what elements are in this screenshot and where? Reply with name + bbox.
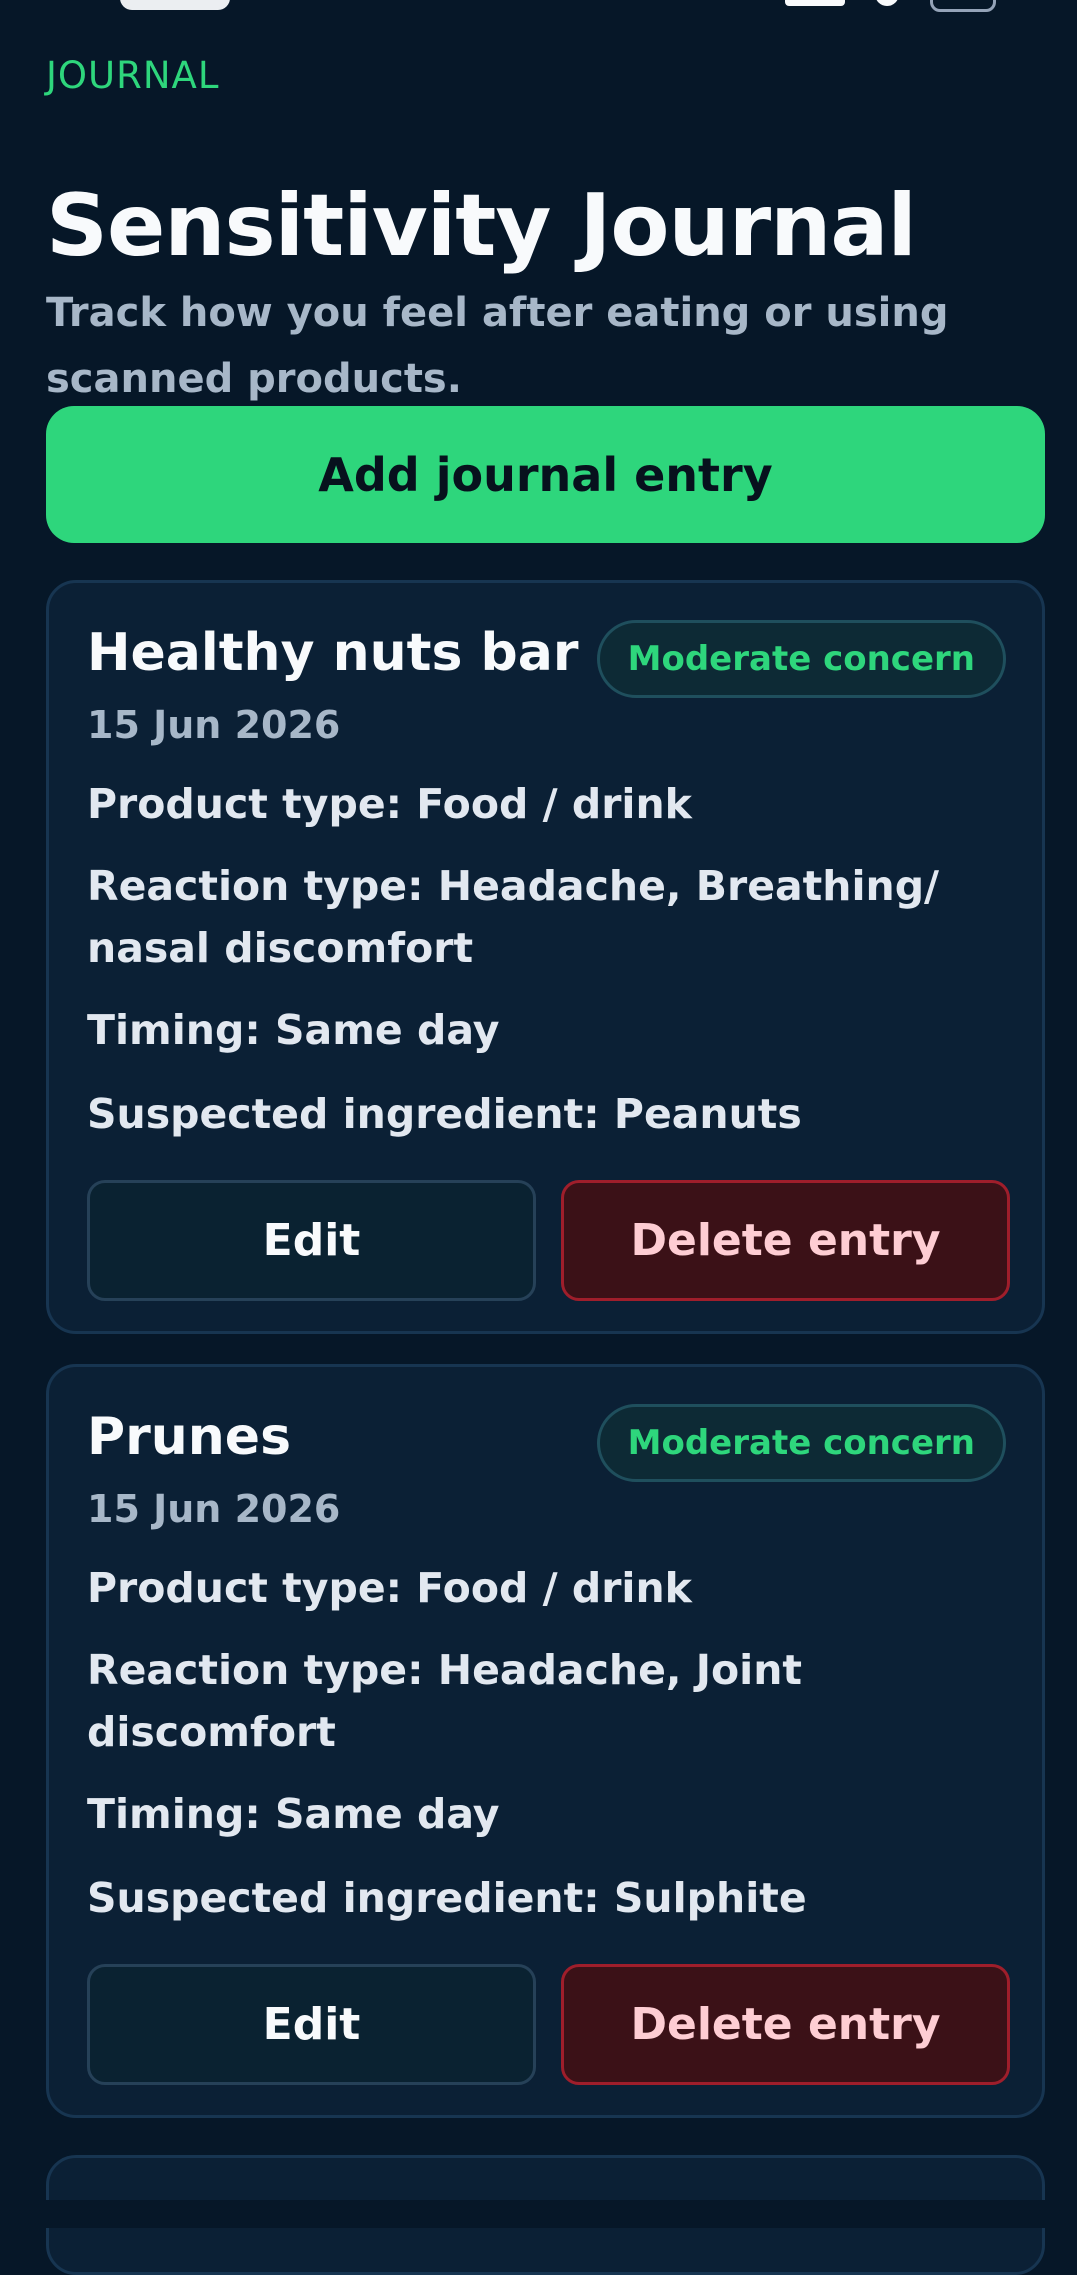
entry-date: 15 Jun 2026: [87, 703, 341, 747]
page-subtitle: Track how you feel after eating or using…: [46, 290, 949, 402]
entry-date: 15 Jun 2026: [87, 1487, 341, 1531]
entry-timing: Timing: Same day: [87, 1006, 500, 1054]
page-title: Sensitivity Journal: [46, 175, 917, 276]
section-eyebrow: JOURNAL: [46, 54, 220, 97]
entry-suspected-ingredient: Suspected ingredient: Sulphite: [87, 1874, 807, 1922]
edit-entry-button[interactable]: Edit: [87, 1180, 536, 1301]
entry-reaction-type: Reaction type: Headache, Joint discomfor…: [87, 1646, 802, 1756]
concern-badge: Moderate concern: [596, 1404, 1006, 1482]
entry-timing: Timing: Same day: [87, 1790, 500, 1838]
entry-reaction-type: Reaction type: Headache, Breathing/ nasa…: [87, 862, 940, 972]
entry-suspected-ingredient: Suspected ingredient: Peanuts: [87, 1090, 802, 1138]
delete-entry-button[interactable]: Delete entry: [561, 1180, 1010, 1301]
status-bar: [0, 0, 1077, 12]
signal-icon: [785, 0, 845, 6]
edit-entry-button[interactable]: Edit: [87, 1964, 536, 2085]
bottom-safe-area: [0, 2200, 1077, 2228]
journal-entry-card: Healthy nuts bar Moderate concern 15 Jun…: [46, 580, 1045, 1334]
entry-product-type: Product type: Food / drink: [87, 1564, 692, 1612]
entry-product-name: Prunes: [87, 1407, 292, 1467]
journal-entry-card: Prunes Moderate concern 15 Jun 2026 Prod…: [46, 1364, 1045, 2118]
status-time: [120, 0, 230, 10]
add-journal-entry-button[interactable]: Add journal entry: [46, 406, 1045, 543]
wifi-icon: [875, 0, 899, 6]
concern-badge: Moderate concern: [596, 620, 1006, 698]
entry-product-type: Product type: Food / drink: [87, 780, 692, 828]
battery-icon: [930, 0, 996, 12]
delete-entry-button[interactable]: Delete entry: [561, 1964, 1010, 2085]
entry-product-name: Healthy nuts bar: [87, 623, 579, 683]
